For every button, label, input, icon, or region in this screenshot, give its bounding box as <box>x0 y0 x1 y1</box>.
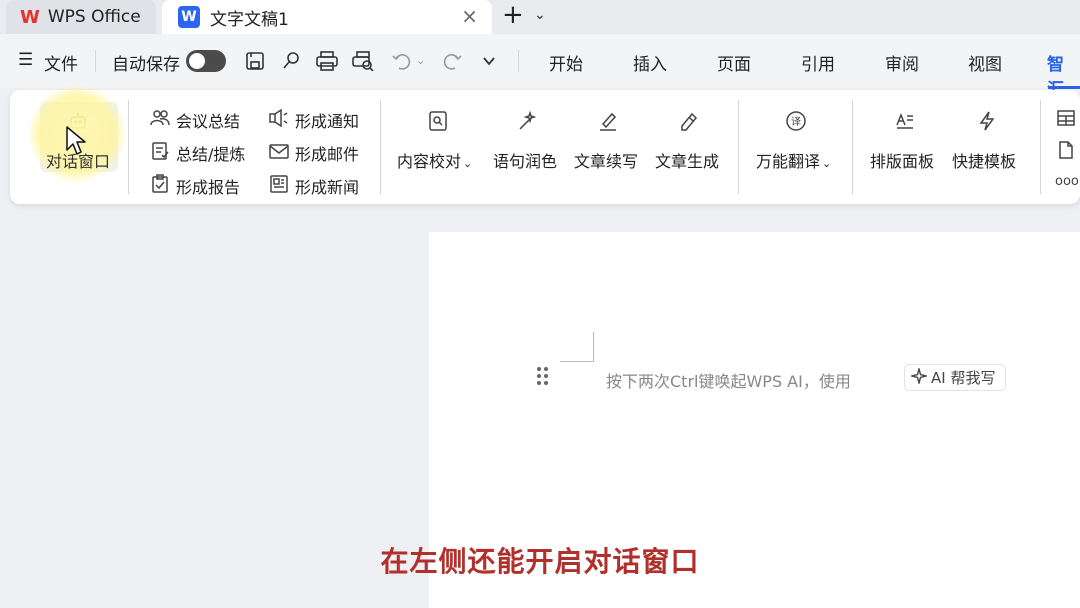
meeting-summary-button[interactable]: 会议总结 <box>176 108 240 132</box>
page-margin-corner-mark <box>560 332 594 362</box>
drag-handle-icon[interactable] <box>536 366 550 388</box>
print-icon[interactable] <box>316 50 338 72</box>
tab-references[interactable]: 引用 <box>801 50 835 75</box>
tab-document[interactable]: W 文字文稿1 × <box>162 0 492 34</box>
file-menu[interactable]: 文件 <box>44 50 78 75</box>
divider <box>518 50 519 72</box>
translate-icon: 译 <box>785 110 807 132</box>
chevron-down-icon: ⌄ <box>822 157 832 170</box>
proofread-icon <box>427 110 449 132</box>
tab-view[interactable]: 视图 <box>968 50 1002 75</box>
document-icon[interactable] <box>1056 140 1078 162</box>
undo-dropdown-chevron-icon[interactable]: ⌄ <box>416 54 425 67</box>
article-generate-button[interactable]: 文章生成 <box>655 148 719 172</box>
lightning-icon <box>976 110 998 132</box>
tab-wps-office-label: WPS Office <box>47 7 141 27</box>
divider <box>380 100 381 194</box>
mouse-cursor-icon <box>66 126 86 160</box>
tab-insert[interactable]: 插入 <box>633 50 667 75</box>
tab-review[interactable]: 审阅 <box>885 50 919 75</box>
layout-panel-button[interactable]: 排版面板 <box>870 148 934 172</box>
mail-icon <box>268 141 290 163</box>
report-clipboard-icon <box>150 174 172 196</box>
video-subtitle: 在左侧还能开启对话窗口 <box>380 545 700 578</box>
more-options-icon[interactable]: ooo <box>1055 174 1079 189</box>
active-tab-indicator <box>1048 86 1080 89</box>
print-preview-icon[interactable] <box>352 50 374 72</box>
quick-template-button[interactable]: 快捷模板 <box>952 148 1016 172</box>
wps-ai-hint-text: 按下两次Ctrl键唤起WPS AI，使用 <box>606 372 851 391</box>
tab-start[interactable]: 开始 <box>549 50 583 75</box>
more-chevron-icon[interactable] <box>478 50 500 72</box>
form-report-button[interactable]: 形成报告 <box>176 174 240 198</box>
magic-wand-icon <box>516 110 538 132</box>
tab-document-label: 文字文稿1 <box>210 9 289 30</box>
wps-logo-icon: W <box>20 6 40 28</box>
article-continue-button[interactable]: 文章续写 <box>574 148 638 172</box>
tab-close-icon[interactable]: × <box>461 4 478 28</box>
tab-list-chevron-icon[interactable]: ⌄ <box>534 7 546 23</box>
tab-wps-office[interactable]: W WPS Office <box>6 0 156 34</box>
summary-refine-button[interactable]: 总结/提炼 <box>176 141 245 165</box>
tab-page[interactable]: 页面 <box>717 50 751 75</box>
chevron-down-icon: ⌄ <box>463 157 473 170</box>
sentence-polish-button[interactable]: 语句润色 <box>493 148 557 172</box>
svg-text:译: 译 <box>791 116 801 128</box>
divider <box>852 100 853 194</box>
content-proofread-label: 内容校对 <box>397 152 462 171</box>
autosave-label: 自动保存 <box>112 55 180 75</box>
layout-text-icon <box>894 110 916 132</box>
universal-translate-button[interactable]: 万能翻译 ⌄ <box>756 148 831 172</box>
pen-continue-icon <box>597 110 619 132</box>
divider <box>738 100 739 194</box>
form-email-button[interactable]: 形成邮件 <box>295 141 359 165</box>
format-painter-icon[interactable] <box>280 50 302 72</box>
eraser-pencil-icon <box>678 110 700 132</box>
ribbon-panel: 会议总结 总结/提炼 形成报告 形成通知 形成邮件 形成新闻 内容校对 ⌄ 语句润… <box>10 90 1080 204</box>
writer-doc-icon: W <box>178 6 200 28</box>
ai-write-for-me-label: AI 帮我写 <box>931 369 996 387</box>
form-news-button[interactable]: 形成新闻 <box>295 174 359 198</box>
divider <box>1040 100 1041 194</box>
newspaper-icon <box>268 174 290 196</box>
ai-sparkle-icon <box>909 365 929 388</box>
menu-bar: ☰ 文件 自动保存 ⌄ 开始 插入 页面 引用 审阅 视图 智汇 <box>0 34 1080 100</box>
redo-icon[interactable] <box>442 50 464 72</box>
speaker-icon <box>268 108 290 130</box>
window-tab-bar: W WPS Office W 文字文稿1 × + ⌄ <box>0 0 1080 34</box>
universal-translate-label: 万能翻译 <box>756 152 821 171</box>
new-tab-plus-icon[interactable]: + <box>502 0 524 30</box>
hamburger-menu-icon[interactable]: ☰ <box>18 50 33 70</box>
people-icon <box>150 108 172 130</box>
ai-write-for-me-button[interactable]: AI 帮我写 <box>904 364 1006 391</box>
divider <box>128 100 129 194</box>
divider <box>95 50 96 72</box>
undo-icon[interactable] <box>390 50 412 72</box>
save-icon[interactable] <box>244 50 266 72</box>
summary-doc-icon <box>150 141 172 163</box>
content-proofread-button[interactable]: 内容校对 ⌄ <box>397 148 472 172</box>
form-notice-button[interactable]: 形成通知 <box>295 108 359 132</box>
autosave-toggle[interactable] <box>186 50 226 72</box>
table-grid-icon[interactable] <box>1056 108 1078 130</box>
